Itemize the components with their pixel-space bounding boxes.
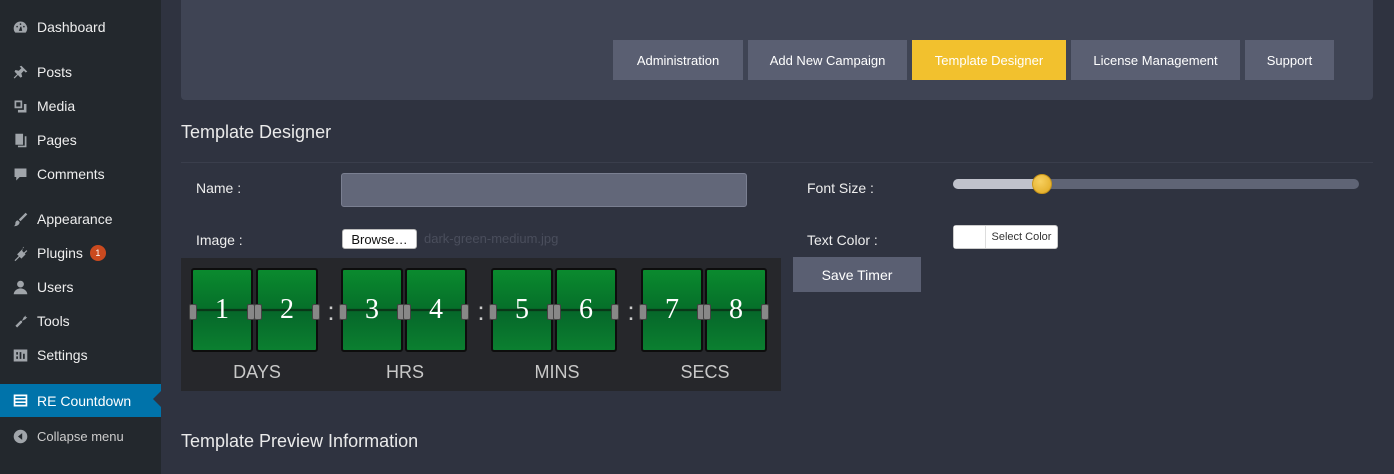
name-field[interactable] [341,173,747,207]
countdown-unit-hrs: HRS [385,362,424,382]
countdown-separator: : [477,296,485,326]
countdown-digit: 2 [254,268,320,352]
countdown-unit-mins: MINS [534,362,580,382]
sidebar-item-users[interactable]: Users [0,272,161,302]
sidebar-item-posts[interactable]: Posts [0,57,161,87]
sidebar-item-re-countdown[interactable]: RE Countdown [0,384,161,417]
slider-fill [953,179,1042,189]
sidebar-item-settings[interactable]: Settings [0,340,161,370]
countdown-unit-secs: SECS [680,362,730,382]
sidebar-item-comments[interactable]: Comments [0,159,161,189]
wrench-icon [10,311,30,331]
countdown-digit: 3 [339,268,405,352]
slider-handle[interactable] [1032,174,1052,194]
preview-section-title: Template Preview Information [181,431,419,451]
countdown-preview: 1 2 : 3 4 : 5 6 : 7 8 DAYS HRS MINS SECS [181,258,781,391]
sidebar-item-plugins[interactable]: Plugins 1 [0,238,161,268]
countdown-digit: 4 [403,268,469,352]
font-size-label: Font Size : [807,180,874,196]
countdown-digit: 5 [489,268,555,352]
media-icon [10,96,30,116]
sidebar-item-label: Users [37,279,74,295]
sidebar-item-label: Plugins [37,245,83,261]
countdown-digit: 6 [553,268,619,352]
select-color-button[interactable]: Select Color [986,226,1057,248]
sidebar-item-label: Media [37,98,76,114]
sidebar-item-pages[interactable]: Pages [0,125,161,155]
save-timer-button[interactable]: Save Timer [793,257,921,292]
section-divider [181,162,1373,163]
page-title: Template Designer [181,122,332,142]
dashboard-icon [10,17,30,37]
color-swatch[interactable] [954,226,986,248]
sidebar-item-dashboard[interactable]: Dashboard [0,12,161,42]
tab-template-designer[interactable]: Template Designer [912,40,1066,80]
admin-sidebar: Dashboard Posts Media Pages Comments App… [0,0,161,474]
plug-icon [10,243,30,263]
sidebar-item-label: Settings [37,347,88,363]
countdown-separator: : [627,296,635,326]
selected-file-name: dark-green-medium.jpg [424,231,559,246]
sidebar-item-label: Dashboard [37,19,106,35]
tab-administration[interactable]: Administration [613,40,743,80]
sidebar-item-label: Posts [37,64,73,80]
sidebar-item-label: Tools [37,313,70,329]
user-icon [10,277,30,297]
collapse-menu-button[interactable]: Collapse menu [0,421,161,451]
countdown-digit: 8 [703,268,769,352]
tab-support[interactable]: Support [1245,40,1334,80]
sidebar-item-label: RE Countdown [37,392,132,409]
countdown-digit: 1 [189,268,255,352]
sidebar-item-media[interactable]: Media [0,91,161,121]
sidebar-item-appearance[interactable]: Appearance [0,204,161,234]
sidebar-item-label: Appearance [37,211,113,227]
countdown-digit: 7 [639,268,705,352]
countdown-unit-days: DAYS [233,362,281,382]
sidebar-item-tools[interactable]: Tools [0,306,161,336]
name-label: Name : [196,180,242,196]
list-icon [10,391,30,411]
comment-icon [10,164,30,184]
font-size-slider[interactable] [953,174,1359,194]
tab-add-new-campaign[interactable]: Add New Campaign [748,40,907,80]
settings-icon [10,345,30,365]
sidebar-item-label: Pages [37,132,77,148]
countdown-separator: : [327,296,335,326]
plugins-update-badge: 1 [89,245,106,261]
collapse-icon [10,426,30,446]
text-color-picker[interactable]: Select Color [953,225,1058,249]
brush-icon [10,209,30,229]
text-color-label: Text Color : [807,232,878,248]
pages-icon [10,130,30,150]
pin-icon [10,62,30,82]
tab-license-management[interactable]: License Management [1071,40,1240,80]
sidebar-item-label: Comments [37,166,105,182]
collapse-menu-label: Collapse menu [37,428,124,444]
image-label: Image : [196,232,243,248]
browse-button[interactable]: Browse… [342,229,417,249]
